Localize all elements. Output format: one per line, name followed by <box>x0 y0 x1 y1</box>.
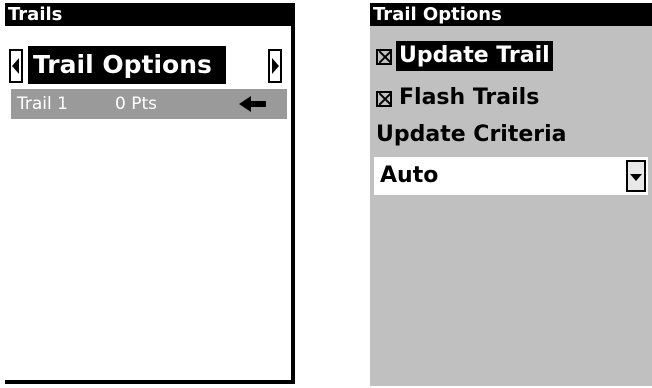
trail-name: Trail 1 <box>17 94 68 114</box>
update-criteria-select[interactable]: Auto <box>374 157 648 195</box>
chevron-down-icon <box>630 174 642 181</box>
update-criteria-heading: Update Criteria <box>376 122 567 147</box>
arrow-left-icon <box>12 58 19 74</box>
tab-next-button[interactable] <box>268 49 282 83</box>
flash-trails-label: Flash Trails <box>399 85 540 110</box>
trail-options-screen: Trail Options Update Trail Flash Trails … <box>370 3 652 386</box>
screen-title: Trail Options <box>370 3 652 26</box>
update-criteria-value: Auto <box>380 163 439 188</box>
flash-trails-checkbox[interactable] <box>376 91 392 107</box>
pointer-arrow-icon <box>239 96 266 112</box>
update-trail-checkbox[interactable] <box>376 49 392 65</box>
arrow-right-icon <box>272 58 279 74</box>
tab-prev-button[interactable] <box>9 49 23 83</box>
trail-list-item[interactable]: Trail 1 0 Pts <box>11 89 287 119</box>
trail-points: 0 Pts <box>115 94 157 114</box>
trails-screen: Trails Trail Options Trail 1 0 Pts <box>5 3 295 384</box>
update-trail-label: Update Trail <box>396 41 553 71</box>
dropdown-button[interactable] <box>626 160 646 192</box>
tab-title[interactable]: Trail Options <box>28 46 226 84</box>
screen-title: Trails <box>5 3 291 26</box>
